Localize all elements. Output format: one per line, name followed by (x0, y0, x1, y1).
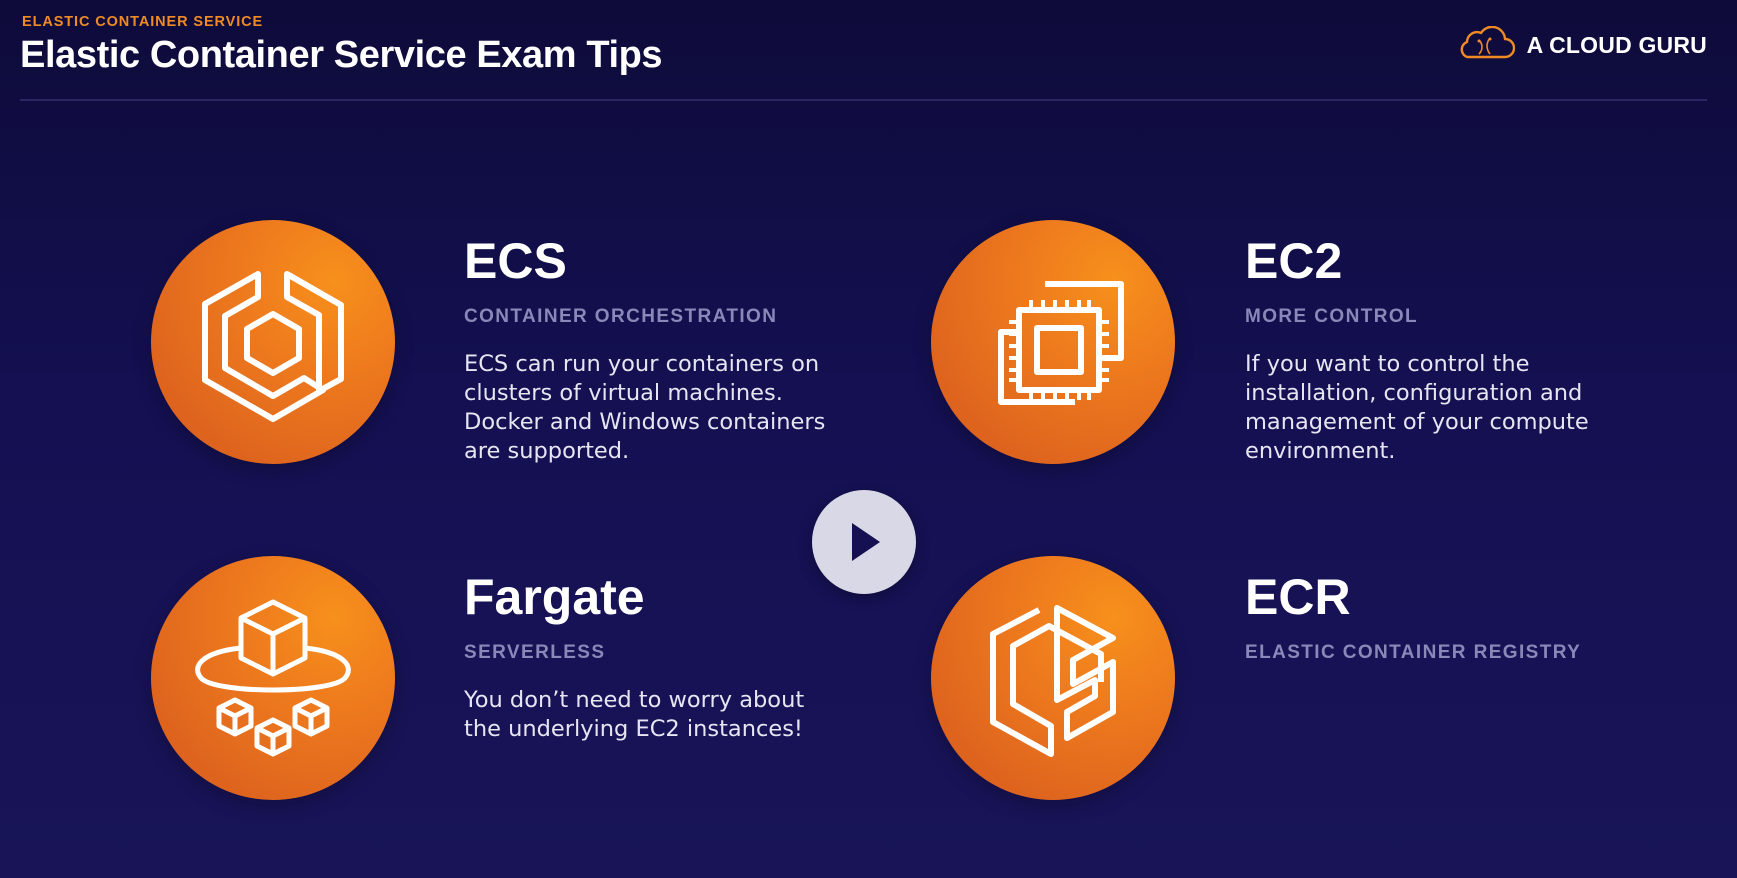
header-divider (20, 99, 1707, 101)
card-subtitle: ELASTIC CONTAINER REGISTRY (1245, 642, 1582, 663)
play-icon (852, 523, 880, 561)
card-heading: ECR (1245, 569, 1351, 625)
card-heading: ECS (464, 233, 567, 289)
card-body: You don’t need to worry about the underl… (464, 687, 805, 742)
ecr-icon (931, 556, 1175, 800)
card-body: ECS can run your containers on clusters … (464, 351, 826, 464)
ec2-chip-icon (931, 220, 1175, 464)
card-heading: EC2 (1245, 233, 1343, 289)
ecs-icon (151, 220, 395, 464)
brand-logo: A CLOUD GURU (1457, 25, 1707, 65)
brand-name: A CLOUD GURU (1526, 32, 1707, 58)
play-button[interactable] (812, 490, 916, 594)
card-body: If you want to control the installation,… (1245, 351, 1589, 464)
card-heading: Fargate (464, 569, 645, 625)
card-subtitle: MORE CONTROL (1245, 306, 1419, 327)
cloud-logo-icon (1457, 25, 1515, 65)
fargate-icon (151, 556, 395, 800)
card-subtitle: CONTAINER ORCHESTRATION (464, 306, 778, 327)
page-title: Elastic Container Service Exam Tips (20, 34, 663, 76)
section-eyebrow: ELASTIC CONTAINER SERVICE (22, 14, 264, 30)
card-subtitle: SERVERLESS (464, 642, 606, 663)
